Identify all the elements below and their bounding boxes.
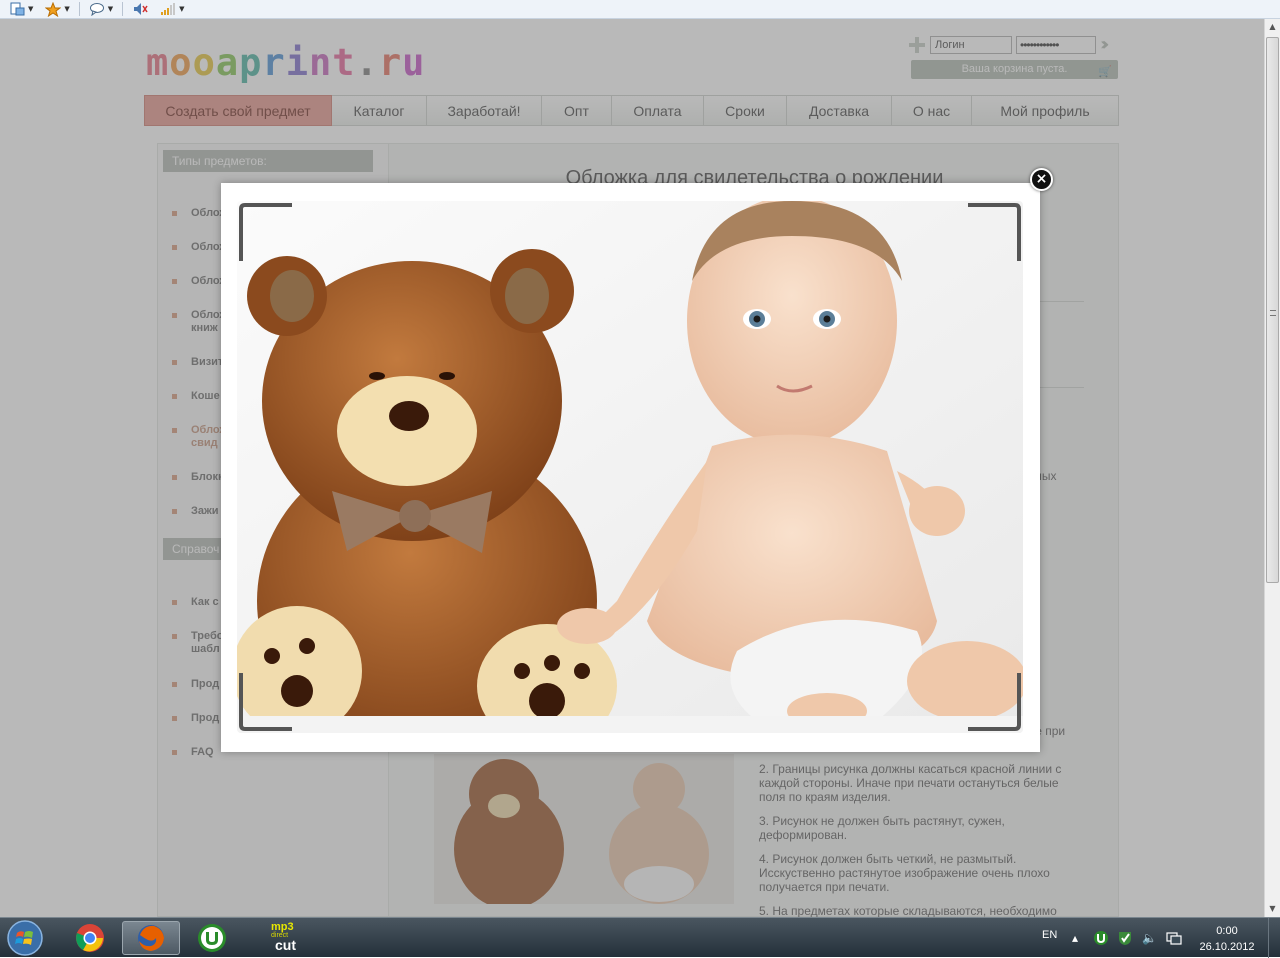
dropdown-arrow-icon: ▼ (28, 5, 34, 13)
lightbox-dialog (221, 183, 1040, 752)
firefox-icon (138, 925, 164, 951)
taskbar-utorrent[interactable] (183, 921, 241, 955)
clock-date: 26.10.2012 (1199, 941, 1255, 953)
taskbar-chrome[interactable] (61, 921, 119, 955)
page-menu-button[interactable]: ▼ (6, 1, 36, 18)
windows-taskbar: mp3 direct cut EN ▴ 🔈 0:00 26.10.2012 (0, 917, 1280, 958)
page-icon (10, 2, 25, 16)
taskbar-clock[interactable]: 0:00 26.10.2012 (1197, 923, 1257, 955)
tray-security-icon[interactable] (1117, 930, 1133, 946)
language-indicator[interactable]: EN (1042, 929, 1057, 941)
tray-volume-icon[interactable]: 🔈 (1142, 931, 1157, 945)
signal-bars-icon (161, 3, 176, 15)
tray-network-icon[interactable] (1166, 930, 1182, 946)
signal-button[interactable]: ▼ (157, 1, 187, 18)
favorites-star-icon (45, 1, 62, 17)
dropdown-arrow-icon: ▼ (64, 5, 70, 13)
show-desktop-button[interactable] (1268, 918, 1280, 958)
favorites-button[interactable]: ▼ (42, 1, 72, 18)
cut-label: cut (275, 937, 296, 953)
toolbar-separator (78, 2, 80, 16)
scroll-down-arrow-icon[interactable]: ▼ (1265, 901, 1280, 917)
toolbar-separator (122, 2, 124, 16)
comment-button[interactable]: ▼ (86, 1, 116, 18)
taskbar-firefox[interactable] (122, 921, 180, 955)
mute-speaker-icon (134, 3, 148, 15)
lightbox-photo (237, 201, 1023, 733)
taskbar-mp3directcut[interactable]: mp3 direct cut (244, 921, 302, 955)
tray-expand-arrow-icon[interactable]: ▴ (1072, 931, 1078, 945)
scroll-thumb[interactable] (1266, 37, 1279, 583)
scroll-up-arrow-icon[interactable]: ▲ (1265, 19, 1280, 35)
close-icon: × (1035, 171, 1048, 187)
dropdown-arrow-icon: ▼ (179, 5, 185, 13)
comment-icon (89, 3, 104, 16)
utorrent-icon (198, 924, 226, 952)
tray-utorrent-icon[interactable] (1093, 930, 1109, 946)
lightbox-close-button[interactable]: × (1030, 168, 1053, 191)
scroll-grip (1270, 310, 1276, 316)
clock-time: 0:00 (1216, 925, 1238, 937)
page-scrollbar[interactable]: ▲ ▼ (1264, 19, 1280, 917)
browser-toolbar: ▼ ▼ ▼ ▼ (0, 0, 1280, 19)
start-button[interactable] (4, 919, 46, 957)
dropdown-arrow-icon: ▼ (107, 5, 114, 13)
chrome-icon (76, 924, 104, 952)
mute-button[interactable] (129, 1, 151, 18)
mp3directcut-icon: mp3 direct cut (256, 922, 296, 954)
